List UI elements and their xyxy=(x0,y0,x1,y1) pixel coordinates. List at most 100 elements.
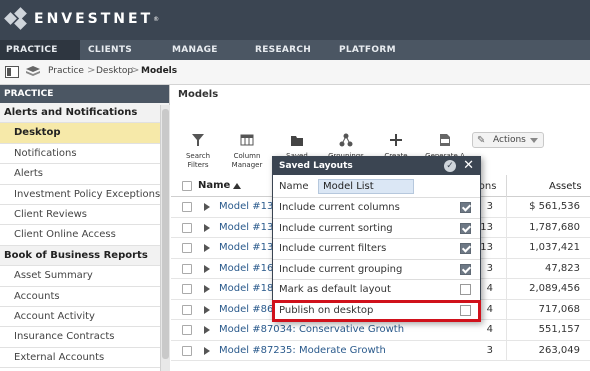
dialog-header: Saved Layouts ✓ ✕ xyxy=(273,157,480,175)
positions-cell: 4 xyxy=(486,324,493,335)
assets-cell: 551,157 xyxy=(538,324,580,335)
breadcrumb-desktop[interactable]: Desktop xyxy=(96,66,133,76)
folder-icon xyxy=(291,136,303,146)
logo-mark-icon xyxy=(4,7,27,30)
model-name-link[interactable]: Model #87235: Moderate Growth xyxy=(219,345,386,356)
sidebar-group-alerts[interactable]: Alerts and Notifications xyxy=(0,103,169,124)
sidebar-item-asset-summary[interactable]: Asset Summary xyxy=(0,266,169,287)
row-checkbox[interactable] xyxy=(182,345,192,356)
column-divider xyxy=(506,217,507,238)
actions-label: Actions xyxy=(493,135,526,145)
option-label: Include current sorting xyxy=(279,222,393,234)
nav-clients[interactable]: CLIENTS xyxy=(80,40,164,60)
column-header-name[interactable]: Name xyxy=(198,180,230,191)
expand-row-icon[interactable] xyxy=(204,244,210,252)
column-manager-button[interactable]: Column Manager xyxy=(225,133,269,170)
expand-row-icon[interactable] xyxy=(204,285,210,293)
table-row[interactable]: Model #87034: Conservative Growth 4 551,… xyxy=(171,320,590,341)
row-checkbox[interactable] xyxy=(182,202,192,212)
sidebar-item-accounts[interactable]: Accounts xyxy=(0,287,169,307)
sidebar-group-bob-reports[interactable]: Book of Business Reports xyxy=(0,245,169,267)
panel-toggle-icon[interactable] xyxy=(5,66,19,78)
sidebar-item-alerts[interactable]: Alerts xyxy=(0,164,169,185)
expand-row-icon[interactable] xyxy=(204,223,210,232)
column-divider xyxy=(506,279,507,299)
app-header: ENVESTNET ® xyxy=(0,0,590,40)
tool-label: Manager xyxy=(231,161,263,169)
option-include-columns[interactable]: Include current columns xyxy=(273,198,480,219)
option-default-layout[interactable]: Mark as default layout xyxy=(273,280,480,301)
option-label: Include current grouping xyxy=(279,263,403,275)
layout-name-input[interactable]: Model List xyxy=(318,179,414,194)
nav-research[interactable]: RESEARCH xyxy=(247,40,331,60)
sidebar-item-insurance-contracts[interactable]: Insurance Contracts xyxy=(0,327,169,348)
search-filter-icon xyxy=(192,134,204,146)
option-include-sorting[interactable]: Include current sorting xyxy=(273,219,480,239)
publish-desktop-checkbox[interactable] xyxy=(460,304,471,316)
expand-row-icon[interactable] xyxy=(204,203,210,211)
confirm-check-icon[interactable]: ✓ xyxy=(444,160,456,172)
sidebar-item-desktop[interactable]: Desktop xyxy=(0,123,169,144)
sort-ascending-icon[interactable] xyxy=(233,183,241,189)
row-checkbox[interactable] xyxy=(182,243,192,253)
positions-cell: 3 xyxy=(486,344,493,356)
option-publish-desktop[interactable]: Publish on desktop xyxy=(272,299,481,322)
option-include-grouping[interactable]: Include current grouping xyxy=(273,260,480,280)
layout-name-row: Name Model List xyxy=(273,176,480,198)
include-sorting-checkbox[interactable] xyxy=(460,222,471,234)
breadcrumb-models: Models xyxy=(141,66,178,76)
sidebar-item-client-online-access[interactable]: Client Online Access xyxy=(0,225,169,246)
expand-row-icon[interactable] xyxy=(204,346,210,355)
expand-row-icon[interactable] xyxy=(204,326,210,334)
include-filters-checkbox[interactable] xyxy=(460,243,471,254)
dialog-title: Saved Layouts xyxy=(279,161,353,171)
main-nav: PRACTICE CLIENTS MANAGE RESEARCH PLATFOR… xyxy=(0,40,590,60)
breadcrumb-separator: > xyxy=(131,65,140,76)
assets-cell: 1,037,421 xyxy=(529,242,580,253)
sidebar-item-account-activity[interactable]: Account Activity xyxy=(0,307,169,328)
select-all-checkbox[interactable] xyxy=(182,181,192,191)
tool-label: Filters xyxy=(187,161,209,169)
assets-cell: 2,089,456 xyxy=(529,283,580,294)
option-label: Mark as default layout xyxy=(279,284,391,295)
table-row[interactable]: Model #87235: Moderate Growth 3 263,049 xyxy=(171,340,590,361)
breadcrumb-practice[interactable]: Practice xyxy=(48,66,84,76)
column-header-assets[interactable]: Assets xyxy=(549,181,582,192)
column-divider xyxy=(506,197,507,217)
groupings-icon xyxy=(339,133,353,147)
sidebar: PRACTICE Alerts and Notifications Deskto… xyxy=(0,85,170,371)
nav-practice[interactable]: PRACTICE xyxy=(0,40,80,60)
default-layout-checkbox[interactable] xyxy=(460,284,471,295)
breadcrumb-separator: > xyxy=(87,65,96,76)
sidebar-item-notifications[interactable]: Notifications xyxy=(0,144,169,165)
nav-platform[interactable]: PLATFORM xyxy=(331,40,421,60)
option-label: Include current filters xyxy=(279,243,387,254)
sidebar-scrollbar[interactable] xyxy=(160,105,170,371)
model-name-link[interactable]: Model #869 xyxy=(219,304,280,315)
row-checkbox[interactable] xyxy=(182,284,192,294)
nav-manage[interactable]: MANAGE xyxy=(164,40,247,60)
brand-logo[interactable]: ENVESTNET ® xyxy=(4,7,159,30)
include-columns-checkbox[interactable] xyxy=(460,202,471,213)
tool-label: Search xyxy=(185,152,211,160)
expand-row-icon[interactable] xyxy=(204,305,210,314)
column-divider xyxy=(506,258,507,279)
row-checkbox[interactable] xyxy=(182,263,192,274)
csv-icon xyxy=(440,134,450,146)
include-grouping-checkbox[interactable] xyxy=(460,263,471,275)
search-filters-button[interactable]: Search Filters xyxy=(176,133,220,170)
row-checkbox[interactable] xyxy=(182,304,192,315)
row-checkbox[interactable] xyxy=(182,222,192,233)
option-include-filters[interactable]: Include current filters xyxy=(273,239,480,260)
close-icon[interactable]: ✕ xyxy=(463,157,474,175)
model-name-link[interactable]: Model #87034: Conservative Growth xyxy=(219,324,404,335)
sidebar-item-client-reviews[interactable]: Client Reviews xyxy=(0,205,169,226)
sidebar-item-external-accounts[interactable]: External Accounts xyxy=(0,348,169,369)
sidebar-item-ips-exceptions[interactable]: Investment Policy Exceptions xyxy=(0,185,169,205)
layers-icon[interactable] xyxy=(26,66,40,78)
actions-dropdown[interactable]: ✎ Actions xyxy=(472,132,544,148)
assets-cell: $ 561,536 xyxy=(529,201,580,212)
expand-row-icon[interactable] xyxy=(204,264,210,273)
row-checkbox[interactable] xyxy=(182,325,192,335)
scrollbar-thumb[interactable] xyxy=(162,109,169,359)
